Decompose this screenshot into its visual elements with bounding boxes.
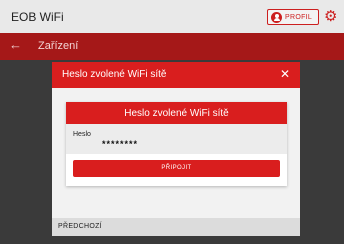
card-title: Heslo zvolené WiFi sítě [124,108,229,119]
password-field[interactable]: Heslo ******** [66,124,287,154]
user-icon [271,11,282,23]
top-bar: EOB WiFi PROFIL ⚙ [0,0,344,33]
dialog-footer: PŘEDCHOZÍ [52,218,300,236]
connect-button[interactable]: PŘIPOJIT [73,160,280,177]
password-card: Heslo zvolené WiFi sítě Heslo ******** P… [66,102,287,186]
app-title: EOB WiFi [11,10,64,24]
password-input[interactable]: ******** [102,139,138,149]
password-dialog: Heslo zvolené WiFi sítě ✕ Heslo zvolené … [52,62,300,236]
profile-label: PROFIL [285,13,313,21]
nav-title: Zařízení [38,40,79,52]
password-label: Heslo [73,131,91,138]
close-icon[interactable]: ✕ [280,67,290,81]
dialog-header: Heslo zvolené WiFi sítě ✕ [52,62,300,88]
connect-label: PŘIPOJIT [161,165,192,171]
arrow-left-icon[interactable]: ← [9,37,22,52]
card-header: Heslo zvolené WiFi sítě [66,102,287,124]
nav-bar: ← Zařízení [0,33,344,60]
profile-button[interactable]: PROFIL [267,9,319,25]
dialog-title: Heslo zvolené WiFi sítě [62,69,167,80]
previous-button[interactable]: PŘEDCHOZÍ [58,223,102,230]
gear-icon[interactable]: ⚙ [324,8,337,25]
